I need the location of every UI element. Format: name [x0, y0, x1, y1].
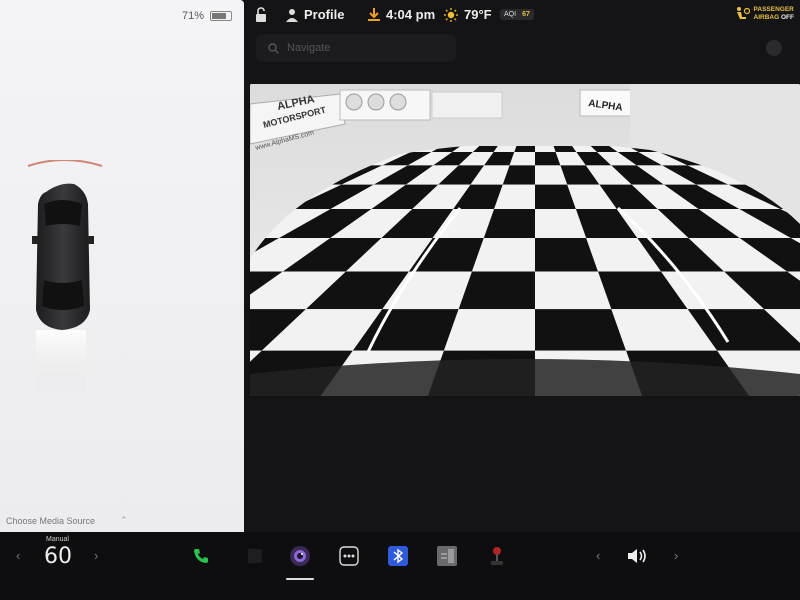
volume-up-chevron-icon[interactable]: ›: [674, 548, 678, 563]
navigate-search[interactable]: Navigate: [256, 34, 456, 62]
airbag-icon: [736, 7, 750, 19]
airbag-off: OFF: [781, 14, 794, 21]
battery-indicator: 71%: [182, 10, 233, 22]
floor-tile: [443, 309, 535, 351]
map-settings-icon[interactable]: [766, 40, 782, 56]
battery-fill: [212, 13, 227, 19]
floor-tile: [514, 146, 535, 152]
lock-icon[interactable]: [254, 7, 268, 23]
volume-down-chevron-icon[interactable]: ‹: [596, 548, 600, 563]
car-status-panel[interactable]: 71% Choose Media Source ⌃: [0, 0, 244, 532]
download-icon: [368, 8, 380, 21]
status-bar: Profile 4:04 pm 79°F AQI 67 PASSENGER AI…: [244, 0, 800, 30]
navigate-placeholder: Navigate: [287, 42, 331, 54]
choose-media-source[interactable]: Choose Media Source: [6, 516, 95, 526]
temperature-text: 79°F: [464, 7, 492, 22]
search-icon: [268, 42, 279, 54]
faded-app-icon[interactable]: [244, 545, 266, 567]
volume-icon[interactable]: [626, 545, 648, 567]
rear-camera-view: ALPHA MOTORSPORT www.AlphaMS.com ALPHA: [250, 84, 800, 396]
media-source-chevron-icon[interactable]: ⌃: [120, 515, 128, 526]
car-icon: [27, 159, 103, 400]
car-top-view[interactable]: [24, 159, 114, 400]
profile-label: Profile: [304, 7, 345, 22]
weather[interactable]: 79°F: [444, 7, 492, 22]
person-icon: [286, 8, 298, 22]
sun-icon: [444, 7, 458, 22]
joystick-icon[interactable]: [486, 545, 508, 567]
clock: 4:04 pm: [368, 7, 435, 22]
notepad-icon[interactable]: [436, 545, 458, 567]
speed-mode-label: Manual: [46, 536, 69, 543]
battery-percent: 71%: [182, 10, 205, 22]
camera-feed: ALPHA MOTORSPORT www.AlphaMS.com ALPHA: [250, 84, 800, 396]
floor-tile: [458, 271, 535, 310]
tesla-screen: 71% Choose Media Source ⌃ Profile 4:04 p…: [0, 0, 800, 600]
passenger-airbag-status: PASSENGER AIRBAG OFF: [734, 6, 794, 22]
airbag-line1: PASSENGER: [753, 6, 794, 13]
more-icon[interactable]: [338, 545, 360, 567]
speed-down-chevron-icon[interactable]: ‹: [16, 548, 20, 563]
battery-icon: [210, 11, 233, 21]
speed-up-chevron-icon[interactable]: ›: [94, 548, 98, 563]
speed-value: 60: [44, 544, 72, 569]
active-app-indicator: [286, 578, 314, 580]
aqi-badge: AQI 67: [500, 9, 534, 20]
airbag-line2: AIRBAG: [753, 14, 780, 21]
time-text: 4:04 pm: [386, 7, 436, 22]
aqi-value: 67: [522, 11, 530, 18]
bluetooth-icon[interactable]: [387, 545, 409, 567]
floor-tile: [535, 309, 627, 351]
aqi-label: AQI: [504, 11, 517, 18]
profile-button[interactable]: Profile: [286, 7, 344, 22]
camera-icon[interactable]: [289, 545, 311, 567]
floor-tile: [535, 271, 612, 310]
phone-icon[interactable]: [190, 545, 212, 567]
floor-tile: [535, 146, 556, 152]
